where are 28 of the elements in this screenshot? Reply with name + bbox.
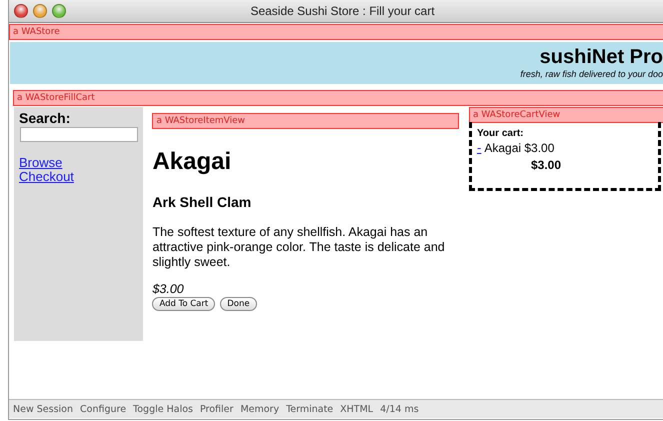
toolbar-item[interactable]: Toggle Halos — [133, 404, 193, 414]
minimize-icon[interactable] — [33, 4, 47, 18]
window-title: Seaside Sushi Store : Fill your cart — [249, 4, 436, 18]
toolbar-item[interactable]: Terminate — [286, 404, 334, 414]
close-icon[interactable] — [14, 4, 28, 18]
store-tagline: fresh, raw fish delivered to your doo — [520, 69, 663, 79]
remove-link[interactable]: - — [477, 141, 482, 155]
toolbar-item[interactable]: Configure — [80, 404, 126, 414]
item-subtitle: Ark Shell Clam — [152, 194, 252, 210]
cart-title: Your cart: — [477, 128, 524, 139]
zoom-icon[interactable] — [52, 4, 66, 18]
toolbar-item[interactable]: New Session — [13, 404, 73, 414]
cart-item: Akagai $3.00 — [484, 141, 554, 155]
toolbar-item[interactable]: XHTML — [340, 404, 374, 414]
nav-link[interactable]: Browse — [19, 156, 62, 170]
action-button[interactable]: Add To Cart — [152, 297, 216, 311]
item-price: $3.00 — [152, 282, 185, 296]
item-name: Akagai — [152, 148, 232, 176]
search-field[interactable] — [20, 127, 138, 142]
cart-total: $3.00 — [530, 158, 562, 172]
nav-link[interactable]: Checkout — [19, 170, 74, 184]
store-title: sushiNet Pro — [540, 46, 663, 69]
item-description: The softest texture of any shellfish. Akagai has an attractive pink-orange color. The taste is delicate and slightly sweet. — [152, 225, 446, 270]
toolbar-item[interactable]: Memory — [240, 404, 280, 414]
action-button[interactable]: Done — [220, 297, 257, 311]
toolbar-item[interactable]: 4/14 ms — [380, 404, 419, 414]
toolbar-item[interactable]: Profiler — [200, 404, 234, 414]
search-label: Search: — [19, 110, 72, 126]
